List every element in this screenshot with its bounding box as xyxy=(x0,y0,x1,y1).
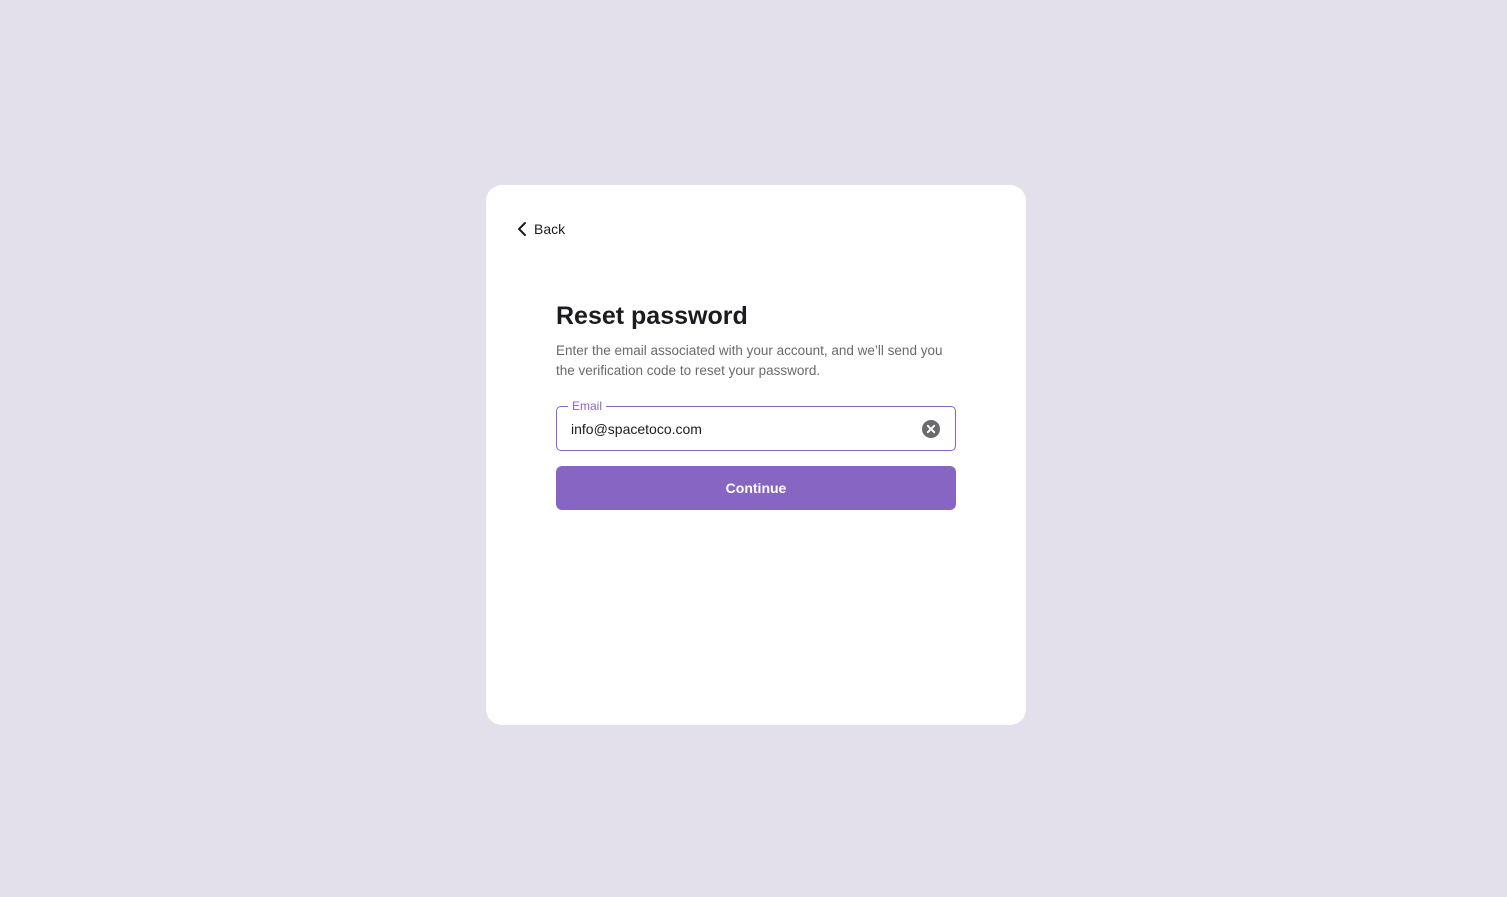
email-label: Email xyxy=(568,399,607,413)
reset-password-card: Back Reset password Enter the email asso… xyxy=(486,185,1026,725)
page-subtitle: Enter the email associated with your acc… xyxy=(556,343,943,378)
back-button[interactable]: Back xyxy=(516,221,565,237)
back-label: Back xyxy=(534,221,566,237)
chevron-left-icon xyxy=(516,221,528,237)
email-field: Email xyxy=(556,399,956,451)
page-title: Reset password xyxy=(556,302,748,330)
email-input[interactable] xyxy=(557,407,921,450)
reset-form: Reset password Enter the email associate… xyxy=(556,301,956,510)
continue-button[interactable]: Continue xyxy=(556,466,956,510)
clear-circle-icon[interactable] xyxy=(921,419,941,439)
